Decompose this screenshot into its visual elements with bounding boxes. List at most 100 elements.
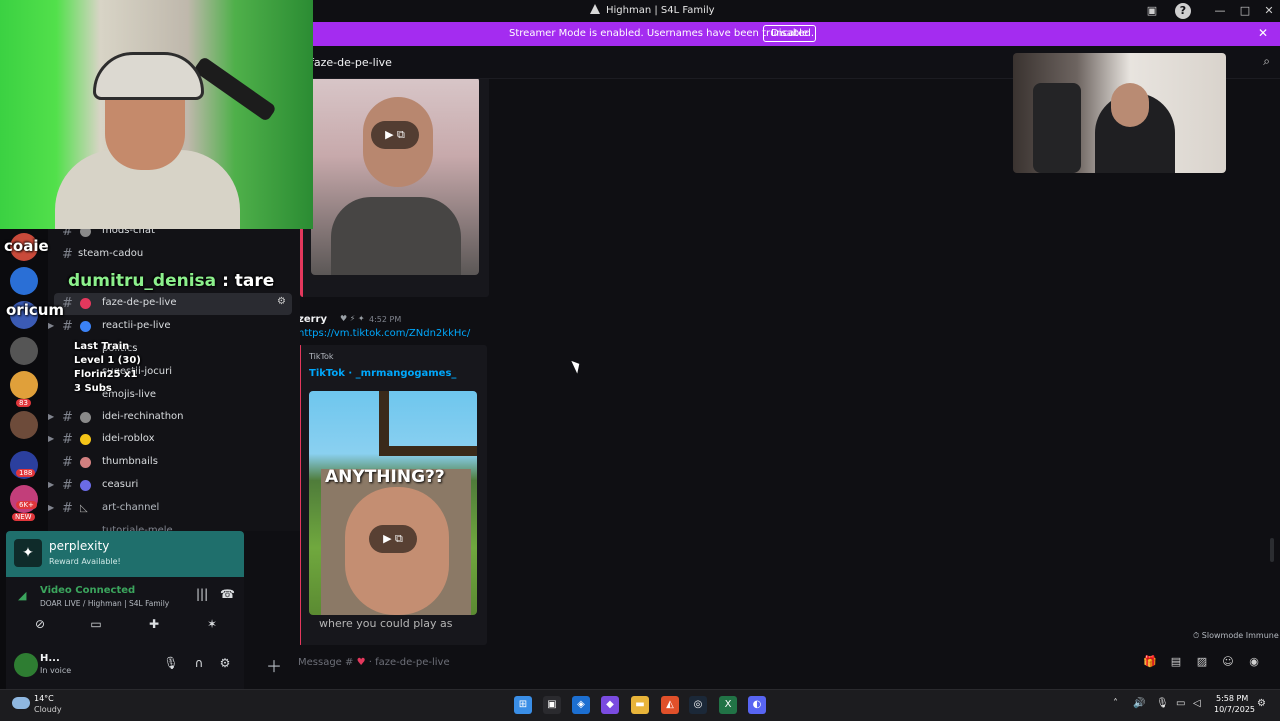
chevron-right-icon: ▶ [48, 321, 55, 330]
channel-item[interactable]: # mods-chat [48, 229, 298, 243]
weather-temp[interactable]: 14°C [34, 694, 54, 703]
channel-label: idei-roblox [102, 433, 155, 444]
channel-item[interactable]: # thumbnails [48, 452, 298, 474]
perplexity-title: perplexity [49, 539, 110, 553]
embed-title[interactable]: TikTok · _mrmangogames_ [309, 368, 456, 379]
channel-item[interactable]: ▶ # idei-roblox [48, 429, 298, 451]
embed-video[interactable]: ANYTHING?? ▶ ⧉ [309, 391, 477, 615]
perplexity-reward-card[interactable]: ✦ perplexity Reward Available! [6, 531, 244, 577]
clock-date[interactable]: 10/7/2025 [1214, 705, 1255, 714]
copilot-icon[interactable]: ◈ [572, 696, 590, 714]
signal-icon[interactable]: ◢ [18, 589, 26, 602]
microphone-icon[interactable]: 🎙 [1156, 698, 1169, 709]
server-icon[interactable] [10, 337, 38, 365]
cloud-icon[interactable] [12, 697, 30, 709]
clock-time[interactable]: 5:58 PM [1216, 694, 1248, 703]
stream-chat-line: oricum [6, 301, 65, 319]
avatar[interactable] [14, 653, 38, 677]
chat-scrollbar[interactable] [1270, 538, 1274, 562]
apps-icon[interactable]: ◉ [1246, 655, 1262, 671]
start-icon[interactable]: ⊞ [514, 696, 532, 714]
chat-username: dumitru_denisa [68, 271, 217, 291]
video-subtitle: where you could play as [319, 617, 453, 630]
message-embed: ▶ ⧉ [300, 79, 489, 297]
window-title-text: Highman | S4L Family [606, 5, 715, 16]
microphone-arm [192, 55, 278, 123]
ruler-icon: ◺ [80, 503, 88, 514]
channel-label: thumbnails [102, 456, 158, 467]
excel-icon[interactable]: X [719, 696, 737, 714]
speaker-icon[interactable]: ◁ [1193, 698, 1201, 709]
minimize-button[interactable]: — [1212, 3, 1228, 19]
task-view-icon[interactable]: ▣ [543, 696, 561, 714]
disconnect-icon[interactable]: ☎ [220, 587, 235, 601]
channel-item[interactable]: ▶ # ceasuri [48, 475, 298, 497]
camera-off-icon[interactable]: ⊘ [30, 617, 50, 635]
hash-icon: # [62, 410, 73, 425]
message-input[interactable]: Message # ♥ · faze-de-pe-live [298, 657, 450, 668]
chevron-up-icon[interactable]: ˄ [1113, 698, 1118, 709]
placeholder-channel: faze-de-pe-live [375, 657, 450, 668]
gift-icon[interactable]: 🎁 [1142, 655, 1158, 671]
volume-icon[interactable]: 🔊 [1133, 698, 1145, 709]
embed-provider: TikTok [309, 352, 334, 361]
soundboard-icon[interactable]: ||| [196, 587, 208, 601]
network-icon[interactable]: ▭ [1176, 698, 1185, 709]
microphone-icon[interactable]: 🎙 [162, 656, 180, 674]
channel-label: ceasuri [102, 479, 139, 490]
server-icon[interactable] [10, 411, 38, 439]
ai-app-icon[interactable]: ◆ [601, 696, 619, 714]
channel-item[interactable]: ▶ # ◺ art-channel [48, 498, 298, 520]
message-author[interactable]: zerry [300, 314, 327, 325]
file-explorer-icon[interactable]: ▬ [631, 696, 649, 714]
slowmode-label: ⏱ Slowmode Immune [1193, 631, 1279, 640]
voice-channel[interactable]: DOAR LIVE / Highman | S4L Family [40, 599, 169, 608]
webcam-chair [1033, 83, 1081, 173]
discord-icon[interactable]: ◐ [748, 696, 766, 714]
emoji-icon[interactable]: ☺ [1220, 655, 1236, 671]
channel-item[interactable]: # steam-cadou [48, 244, 298, 266]
help-icon[interactable]: ? [1175, 3, 1191, 19]
maximize-button[interactable]: □ [1237, 3, 1253, 19]
hash-icon: # [62, 478, 73, 493]
video-thumbnail [379, 391, 389, 451]
play-icon[interactable]: ▶ ⧉ [369, 525, 417, 553]
webcam-overlay [1013, 53, 1226, 173]
channel-item[interactable]: tutoriale-mele [48, 521, 298, 531]
close-banner-icon[interactable]: ✕ [1258, 26, 1268, 40]
inbox-icon[interactable]: ▣ [1144, 3, 1160, 19]
embed-video[interactable]: ▶ ⧉ [311, 79, 479, 275]
channel-item-active[interactable]: # faze-de-pe-live ⚙ [54, 293, 292, 315]
notification-icon[interactable]: ⚙ [1257, 698, 1266, 709]
channel-item[interactable]: ▶ # reactii-pe-live [48, 316, 298, 338]
headphones-icon[interactable]: ∩ [190, 656, 208, 674]
hash-icon: # [62, 432, 73, 447]
gif-icon[interactable]: ▤ [1168, 655, 1184, 671]
server-icon[interactable] [10, 371, 38, 399]
stream-chat-user: dumitru_denisa : tare [68, 271, 275, 291]
server-icon[interactable] [10, 267, 38, 295]
alert-title: Last Train [74, 341, 130, 352]
effects-icon[interactable]: ✶ [202, 617, 222, 635]
new-badge: NEW [12, 513, 35, 521]
weather-desc[interactable]: Cloudy [34, 705, 62, 714]
user-name: H... [40, 653, 60, 664]
gear-icon[interactable]: ⚙ [216, 656, 234, 674]
browser-icon[interactable]: ◭ [661, 696, 679, 714]
webcam-overlay [0, 0, 313, 229]
add-attachment-icon[interactable]: ＋ [266, 653, 282, 677]
search-icon[interactable]: ⌕ [1263, 54, 1270, 69]
play-icon[interactable]: ▶ ⧉ [371, 121, 419, 149]
activity-icon[interactable]: ✚ [144, 617, 164, 635]
channel-settings-icon[interactable]: ⚙ [277, 296, 286, 307]
message-link[interactable]: https://vm.tiktok.com/ZNdn2kkHc/ [300, 328, 470, 339]
close-window-button[interactable]: ✕ [1261, 3, 1277, 19]
disable-button[interactable]: Disable [763, 25, 817, 42]
user-panel: H... In voice 🎙 ∩ ⚙ [6, 643, 244, 689]
chevron-right-icon: ▶ [48, 480, 55, 489]
sticker-icon[interactable]: ▨ [1194, 655, 1210, 671]
screen-share-icon[interactable]: ▭ [86, 617, 106, 635]
message-composer[interactable]: ＋ Message # ♥ · faze-de-pe-live 🎁 ▤ ▨ ☺ … [256, 647, 1272, 679]
steam-icon[interactable]: ◎ [689, 696, 707, 714]
channel-item[interactable]: ▶ # idei-rechinathon [48, 407, 298, 429]
